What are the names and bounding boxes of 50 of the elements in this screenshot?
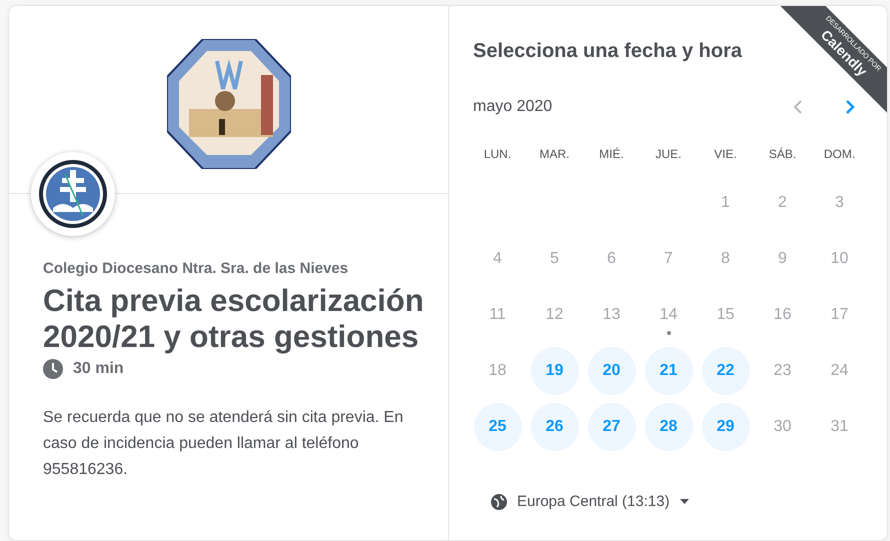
available-day-button[interactable]: 19 xyxy=(530,347,578,395)
day-number: 16 xyxy=(758,291,806,339)
day-number: 23 xyxy=(758,347,806,395)
day-number: 9 xyxy=(758,235,806,283)
available-day-button[interactable]: 26 xyxy=(530,403,578,451)
chevron-left-icon xyxy=(793,99,803,115)
available-day-button[interactable]: 21 xyxy=(644,347,692,395)
day-number: 14 xyxy=(644,291,692,339)
day-number: 1 xyxy=(702,179,750,227)
available-day-button[interactable]: 28 xyxy=(644,403,692,451)
day-number: 18 xyxy=(474,347,522,395)
day-number: 2 xyxy=(758,179,806,227)
weekday-label: VIE. xyxy=(713,147,738,163)
day-number: 13 xyxy=(588,291,636,339)
day-number: 3 xyxy=(816,179,864,227)
calendar-heading: Selecciona una fecha y hora xyxy=(473,40,742,63)
available-day-button[interactable]: 25 xyxy=(474,403,522,451)
available-day-button[interactable]: 27 xyxy=(588,403,636,451)
cross-book-emblem-icon xyxy=(37,158,109,230)
day-number: 17 xyxy=(816,291,864,339)
weekday-label: SÁB. xyxy=(768,147,798,163)
event-title: Cita previa escolarización 2020/21 y otras gestiones xyxy=(43,283,425,355)
timezone-selector[interactable]: Europa Central (13:13) xyxy=(491,493,689,510)
day-number: 10 xyxy=(816,235,864,283)
duration-text: 30 min xyxy=(73,360,124,378)
weekday-label: JUE. xyxy=(654,147,682,163)
month-label: mayo 2020 xyxy=(473,98,554,116)
chevron-right-icon xyxy=(845,99,855,115)
day-number: 6 xyxy=(588,235,636,283)
day-number: 11 xyxy=(474,291,522,339)
day-number: 12 xyxy=(530,291,578,339)
day-number: 31 xyxy=(816,403,864,451)
day-number: 30 xyxy=(758,403,806,451)
day-number: 15 xyxy=(702,291,750,339)
day-number: 5 xyxy=(530,235,578,283)
day-number: 8 xyxy=(702,235,750,283)
day-number: 7 xyxy=(644,235,692,283)
weekday-label: MAR. xyxy=(538,147,570,163)
available-day-button[interactable]: 20 xyxy=(588,347,636,395)
day-number: 24 xyxy=(816,347,864,395)
available-day-button[interactable]: 29 xyxy=(702,403,750,451)
clock-icon xyxy=(43,359,63,379)
weekday-label: DOM. xyxy=(822,147,856,163)
day-number: 4 xyxy=(474,235,522,283)
organizer-name: Colegio Diocesano Ntra. Sra. de las Nieves xyxy=(43,260,350,277)
weekday-label: MIÉ. xyxy=(598,147,625,163)
caret-down-icon xyxy=(680,499,689,504)
available-day-button[interactable]: 22 xyxy=(702,347,750,395)
weekday-label: LUN. xyxy=(482,147,512,163)
event-description: Se recuerda que no se atenderá sin cita previa. En caso de incidencia pueden llamar al teléfono 955816236. xyxy=(43,408,404,480)
